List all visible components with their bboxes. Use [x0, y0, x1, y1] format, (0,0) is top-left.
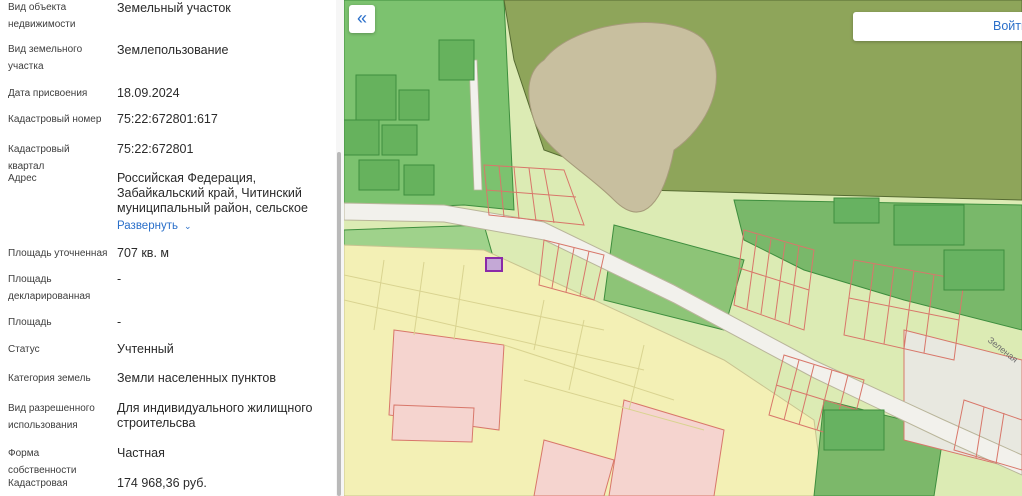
info-value: - [117, 315, 122, 329]
info-value: Учтенный [117, 342, 174, 356]
info-label: Вид земельного участка [8, 44, 83, 72]
panel-scrollbar-thumb[interactable] [337, 152, 341, 496]
address-value: Российская Федерация, Забайкальский край… [117, 171, 308, 215]
info-label: Кадастровый номер [8, 114, 102, 125]
chevron-down-icon: ⌄ [183, 221, 192, 231]
info-label: Вид разрешенного использования [8, 403, 95, 431]
info-label: Адрес [8, 173, 37, 184]
info-value: 18.09.2024 [117, 86, 180, 100]
collapse-panel-button[interactable]: « [349, 5, 375, 33]
info-label: Площадь декларированная [8, 274, 91, 302]
info-label: Статус [8, 344, 40, 355]
info-label: Вид объекта недвижимости [8, 2, 76, 30]
info-label: Дата присвоения [8, 88, 88, 99]
selected-parcel[interactable] [485, 257, 503, 272]
info-value: Земли населенных пунктов [117, 371, 276, 385]
double-chevron-left-icon: « [356, 8, 367, 28]
expand-address-link[interactable]: Развернуть ⌄ [117, 220, 192, 232]
info-value: 75:22:672801 [117, 142, 194, 156]
info-label: Кадастровая [8, 478, 68, 489]
info-value: 707 кв. м [117, 246, 169, 260]
expand-label: Развернуть [117, 220, 178, 232]
cadastral-map[interactable]: Зеленая [344, 0, 1022, 496]
info-value: Землепользование [117, 43, 229, 57]
info-label: Площадь [8, 317, 52, 328]
info-value: Земельный участок [117, 1, 231, 15]
info-label: Форма собственности [8, 448, 77, 476]
parcel-pink [391, 404, 475, 443]
info-value: Частная [117, 446, 165, 460]
info-value: Для индивидуального жилищного строительс… [117, 401, 313, 430]
info-value: 174 968,36 руб. [117, 476, 207, 490]
info-value: - [117, 272, 122, 286]
info-label: Площадь уточненная [8, 248, 108, 259]
map-canvas[interactable] [344, 0, 1022, 496]
login-button[interactable]: Войти [853, 12, 1022, 41]
info-label: Категория земель [8, 373, 91, 384]
object-info-panel: Вид объекта недвижимости Земельный участ… [0, 0, 344, 496]
info-value: 75:22:672801:617 [117, 112, 218, 126]
